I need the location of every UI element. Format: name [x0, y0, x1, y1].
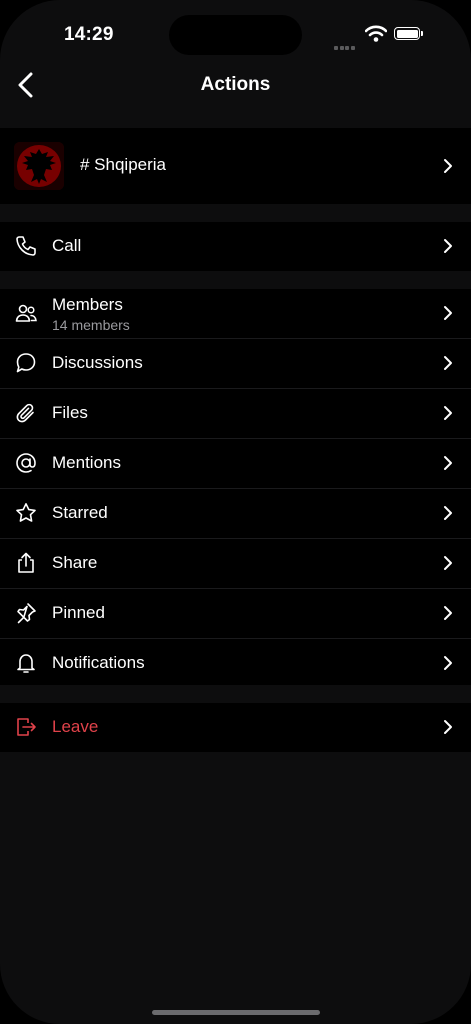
chevron-right-icon — [444, 606, 452, 620]
phone-icon — [16, 236, 36, 256]
files-row[interactable]: Files — [0, 389, 471, 439]
chevron-right-icon — [444, 556, 452, 570]
discussions-icon — [16, 353, 36, 373]
call-row[interactable]: Call — [0, 222, 471, 271]
status-time: 14:29 — [64, 24, 114, 45]
signal-icon — [334, 37, 356, 55]
nav-bar: Actions — [0, 60, 471, 110]
channel-name: # Shqiperia — [80, 155, 167, 174]
chevron-right-icon — [444, 456, 452, 470]
discussions-label: Discussions — [52, 353, 143, 372]
paperclip-icon — [16, 403, 34, 423]
members-count: 14 members — [52, 317, 130, 333]
at-icon — [16, 453, 36, 473]
home-indicator[interactable] — [152, 1010, 320, 1015]
discussions-row[interactable]: Discussions — [0, 339, 471, 389]
chevron-right-icon — [444, 306, 452, 320]
page-title: Actions — [200, 74, 271, 95]
actions-list: Members 14 members Discussions Files Men… — [0, 289, 471, 685]
members-row[interactable]: Members 14 members — [0, 289, 471, 339]
mentions-label: Mentions — [52, 453, 121, 472]
share-icon — [18, 552, 34, 573]
pinned-label: Pinned — [52, 603, 105, 622]
members-label: Members — [52, 295, 123, 314]
leave-group: Leave — [0, 703, 471, 752]
chevron-right-icon — [444, 720, 452, 734]
starred-label: Starred — [52, 503, 108, 522]
dynamic-island — [169, 15, 302, 55]
channel-header-group: # Shqiperia — [0, 128, 471, 204]
bell-icon — [17, 654, 35, 673]
leave-icon — [17, 718, 36, 736]
chevron-right-icon — [444, 506, 452, 520]
leave-label: Leave — [52, 717, 99, 736]
wifi-icon — [365, 25, 387, 42]
battery-icon — [394, 27, 423, 40]
chevron-right-icon — [444, 159, 452, 173]
chevron-right-icon — [444, 239, 452, 253]
mentions-row[interactable]: Mentions — [0, 439, 471, 489]
share-row[interactable]: Share — [0, 539, 471, 589]
channel-row[interactable]: # Shqiperia — [0, 128, 471, 204]
pin-icon — [17, 603, 36, 624]
chevron-right-icon — [444, 656, 452, 670]
members-icon — [15, 304, 37, 322]
chevron-right-icon — [444, 406, 452, 420]
notifications-row[interactable]: Notifications — [0, 639, 471, 688]
call-label: Call — [52, 236, 82, 255]
phone-screen: 14:29 Actions # Shqiperia Call Members 1… — [0, 0, 471, 1024]
channel-avatar — [14, 142, 64, 190]
status-bar: 14:29 — [0, 0, 471, 60]
share-label: Share — [52, 553, 98, 572]
starred-row[interactable]: Starred — [0, 489, 471, 539]
files-label: Files — [52, 403, 88, 422]
leave-row[interactable]: Leave — [0, 703, 471, 752]
chevron-right-icon — [444, 356, 452, 370]
call-group: Call — [0, 222, 471, 271]
star-icon — [16, 503, 36, 522]
pinned-row[interactable]: Pinned — [0, 589, 471, 639]
notifications-label: Notifications — [52, 653, 145, 672]
